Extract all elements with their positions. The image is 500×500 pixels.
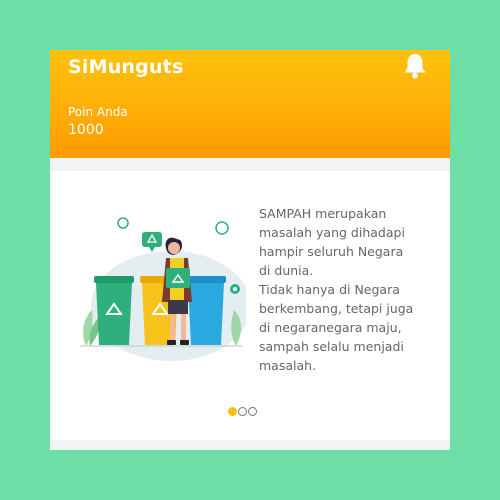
carousel-dot-2[interactable] bbox=[238, 407, 247, 416]
slide-text: SAMPAH merupakan masalah yang dihadapi h… bbox=[259, 206, 414, 373]
recycling-illustration bbox=[76, 206, 251, 366]
info-carousel-card[interactable]: SAMPAH merupakan masalah yang dihadapi h… bbox=[50, 171, 450, 440]
app-screen: SiMunguts Poin Anda 1000 SAMPAH merupaka… bbox=[50, 50, 450, 450]
app-title: SiMunguts bbox=[68, 56, 184, 78]
carousel-dot-3[interactable] bbox=[248, 407, 257, 416]
bell-icon[interactable] bbox=[402, 52, 428, 80]
app-header: SiMunguts Poin Anda 1000 bbox=[50, 50, 450, 158]
points-value: 1000 bbox=[68, 122, 104, 138]
carousel-indicators bbox=[228, 407, 257, 416]
carousel-dot-1[interactable] bbox=[228, 407, 237, 416]
points-label: Poin Anda bbox=[68, 105, 128, 119]
